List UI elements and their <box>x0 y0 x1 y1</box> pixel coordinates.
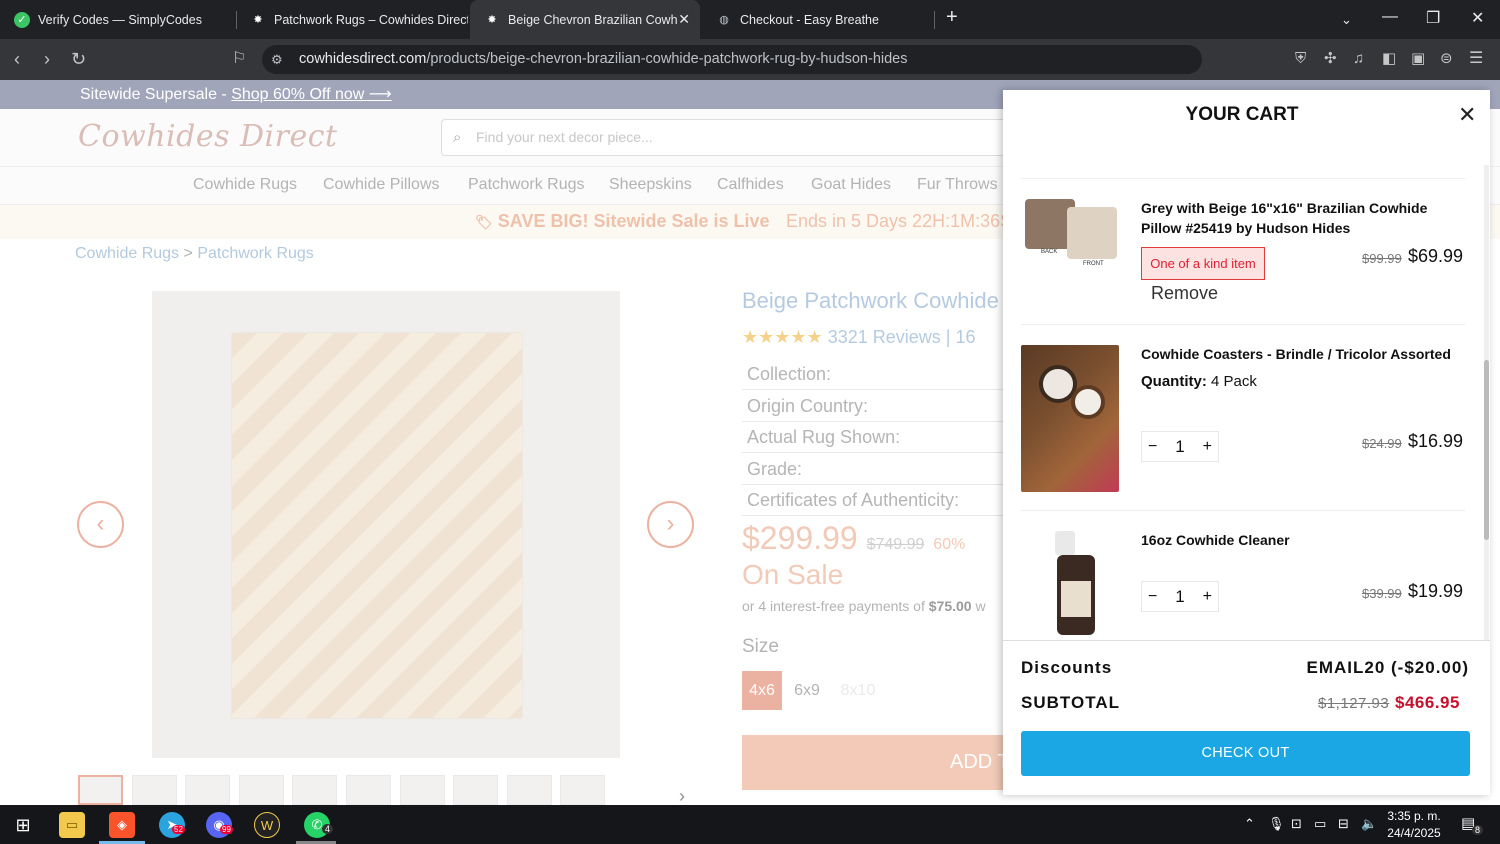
pillow-image: BACK FRONT <box>1021 195 1119 267</box>
close-window-icon[interactable]: ✕ <box>1471 8 1484 28</box>
minimize-icon[interactable]: — <box>1382 8 1398 26</box>
discounts-label: Discounts <box>1021 658 1113 677</box>
windows-taskbar: ⊞ ▭ ◈ ➤ 52 ◉ 99 W ✆ 4 ⌃ 🎙 ⊡ ▭ ⊟ 🔈 3:35 p… <box>0 805 1500 844</box>
quantity-value[interactable]: 1 <box>1175 437 1184 457</box>
coasters-image <box>1021 345 1119 492</box>
cart-item-was-price: $99.99 <box>1362 251 1402 266</box>
subtotal-value: $466.95 <box>1395 693 1460 712</box>
subtotal-was: $1,127.93 <box>1318 695 1390 712</box>
game-launcher-icon[interactable]: W <box>254 812 280 838</box>
url-host: cowhidesdirect.com <box>299 51 427 67</box>
sidebar-icon[interactable]: ◧ <box>1382 48 1396 70</box>
url-path: /products/beige-chevron-brazilian-cowhid… <box>426 51 908 67</box>
cart-item-price: $16.99 <box>1408 431 1464 451</box>
tab-title: Patchwork Rugs – Cowhides Direct <box>274 12 468 27</box>
windows-start-icon[interactable]: ⊞ <box>10 812 36 838</box>
tab-patchwork-rugs[interactable]: ✸ Patchwork Rugs – Cowhides Direct <box>236 0 468 39</box>
network-icon[interactable]: ⊟ <box>1338 816 1349 832</box>
discord-badge: 99 <box>220 825 233 834</box>
file-explorer-icon[interactable]: ▭ <box>59 812 85 838</box>
clock-date: 24/4/2025 <box>1387 826 1441 840</box>
discounts-value: EMAIL20 (-$20.00) <box>1306 658 1469 677</box>
close-tab-icon[interactable]: ✕ <box>678 11 690 28</box>
quantity-value: 4 Pack <box>1211 373 1257 390</box>
wallet-icon[interactable]: ▣ <box>1411 48 1425 70</box>
whatsapp-badge: 4 <box>322 824 334 834</box>
cart-items-list[interactable]: BACK FRONT Grey with Beige 16"x16" Brazi… <box>1021 178 1465 640</box>
cart-item-price: $69.99 <box>1408 246 1464 266</box>
cart-item: BACK FRONT Grey with Beige 16"x16" Brazi… <box>1021 179 1465 325</box>
tab-divider <box>934 11 935 29</box>
close-cart-icon[interactable]: ✕ <box>1458 102 1476 128</box>
bookmark-icon[interactable]: ⚐ <box>232 48 246 70</box>
reload-icon[interactable]: ↻ <box>71 48 86 70</box>
cart-drawer: YOUR CART ✕ BACK FRONT Grey with Beige 1… <box>1003 90 1490 795</box>
cart-item-name[interactable]: Cowhide Coasters - Brindle / Tricolor As… <box>1141 345 1471 365</box>
plus-icon[interactable]: + <box>1203 588 1212 606</box>
cart-title: YOUR CART <box>1185 104 1299 125</box>
address-bar[interactable]: ⚙ cowhidesdirect.com/products/beige-chev… <box>262 45 1202 74</box>
telegram-badge: 52 <box>172 825 185 834</box>
microphone-icon[interactable]: 🎙 <box>1268 816 1285 832</box>
camera-icon[interactable]: ⊡ <box>1291 816 1302 832</box>
subtotal-label: SUBTOTAL <box>1021 693 1120 712</box>
quantity-label: Quantity: <box>1141 373 1207 390</box>
tab-easy-breathe[interactable]: ◍ Checkout - Easy Breathe <box>702 0 934 39</box>
site-info-icon[interactable]: ⚙ <box>271 45 283 74</box>
tab-title: Verify Codes — SimplyCodes <box>38 12 202 27</box>
quantity-stepper: − 1 + <box>1141 431 1219 462</box>
check-circle-icon: ✓ <box>14 11 30 28</box>
pillow-back-label: BACK <box>1041 249 1058 255</box>
remove-button[interactable]: Remove <box>1151 283 1218 304</box>
cowhide-favicon: ✸ <box>487 14 497 26</box>
forward-icon[interactable]: › <box>44 48 50 70</box>
cart-item: Cowhide Coasters - Brindle / Tricolor As… <box>1021 325 1465 511</box>
volume-icon[interactable]: 🔈 <box>1361 816 1377 832</box>
tab-title: Beige Chevron Brazilian Cowhide <box>508 12 678 27</box>
extensions-icon[interactable]: ✣ <box>1324 48 1337 70</box>
checkout-button[interactable]: CHECK OUT <box>1021 731 1470 776</box>
restore-icon[interactable]: ❐ <box>1426 8 1440 28</box>
pillow-front-label: FRONT <box>1083 261 1104 267</box>
cart-item-name[interactable]: 16oz Cowhide Cleaner <box>1141 531 1471 551</box>
tab-title: Checkout - Easy Breathe <box>740 12 879 27</box>
quantity-value[interactable]: 1 <box>1175 587 1184 607</box>
minus-icon[interactable]: − <box>1148 588 1157 606</box>
globe-icon: ◍ <box>719 14 729 26</box>
clock-time: 3:35 p. m. <box>1387 809 1441 823</box>
show-hidden-icons[interactable]: ⌃ <box>1244 816 1255 832</box>
music-icon[interactable]: ♫ <box>1353 48 1364 70</box>
cowhide-favicon: ✸ <box>253 14 263 26</box>
menu-icon[interactable]: ☰ <box>1469 48 1483 70</box>
cart-item-name[interactable]: Grey with Beige 16"x16" Brazilian Cowhid… <box>1141 199 1471 238</box>
cart-scrollbar[interactable] <box>1484 165 1489 640</box>
battery-icon[interactable]: ▭ <box>1314 816 1326 832</box>
minus-icon[interactable]: − <box>1148 438 1157 456</box>
tab-simplycodes[interactable]: ✓ Verify Codes — SimplyCodes <box>0 0 236 39</box>
cart-item-was-price: $24.99 <box>1362 436 1402 451</box>
vpn-icon[interactable]: ⊜ <box>1440 48 1453 70</box>
system-clock[interactable]: 3:35 p. m. 24/4/2025 <box>1382 808 1446 842</box>
one-of-a-kind-badge: One of a kind item <box>1141 247 1265 280</box>
back-icon[interactable]: ‹ <box>14 48 20 70</box>
browser-tab-bar: ✓ Verify Codes — SimplyCodes ✸ Patchwork… <box>0 0 1500 39</box>
plus-icon[interactable]: + <box>1203 438 1212 456</box>
vpn-shield-icon[interactable]: ⛨ <box>1295 48 1306 70</box>
quantity-stepper: − 1 + <box>1141 581 1219 612</box>
quantity-info: Quantity: 4 Pack <box>1141 373 1257 390</box>
cart-item-price: $19.99 <box>1408 581 1464 601</box>
cleaner-bottle-image <box>1021 531 1119 636</box>
cart-item: 16oz Cowhide Cleaner − 1 + $39.99 $19.99 <box>1021 511 1465 651</box>
notifications-badge: 8 <box>1472 825 1484 835</box>
cart-divider <box>1003 640 1490 641</box>
scrollbar-thumb[interactable] <box>1484 360 1489 540</box>
tab-beige-chevron[interactable]: ✸ Beige Chevron Brazilian Cowhide ✕ <box>470 0 700 39</box>
new-tab-icon[interactable]: + <box>946 6 958 29</box>
tab-search-chevron-icon[interactable]: ⌄ <box>1341 12 1352 28</box>
cart-item-was-price: $39.99 <box>1362 586 1402 601</box>
brave-browser-icon[interactable]: ◈ <box>109 812 135 838</box>
